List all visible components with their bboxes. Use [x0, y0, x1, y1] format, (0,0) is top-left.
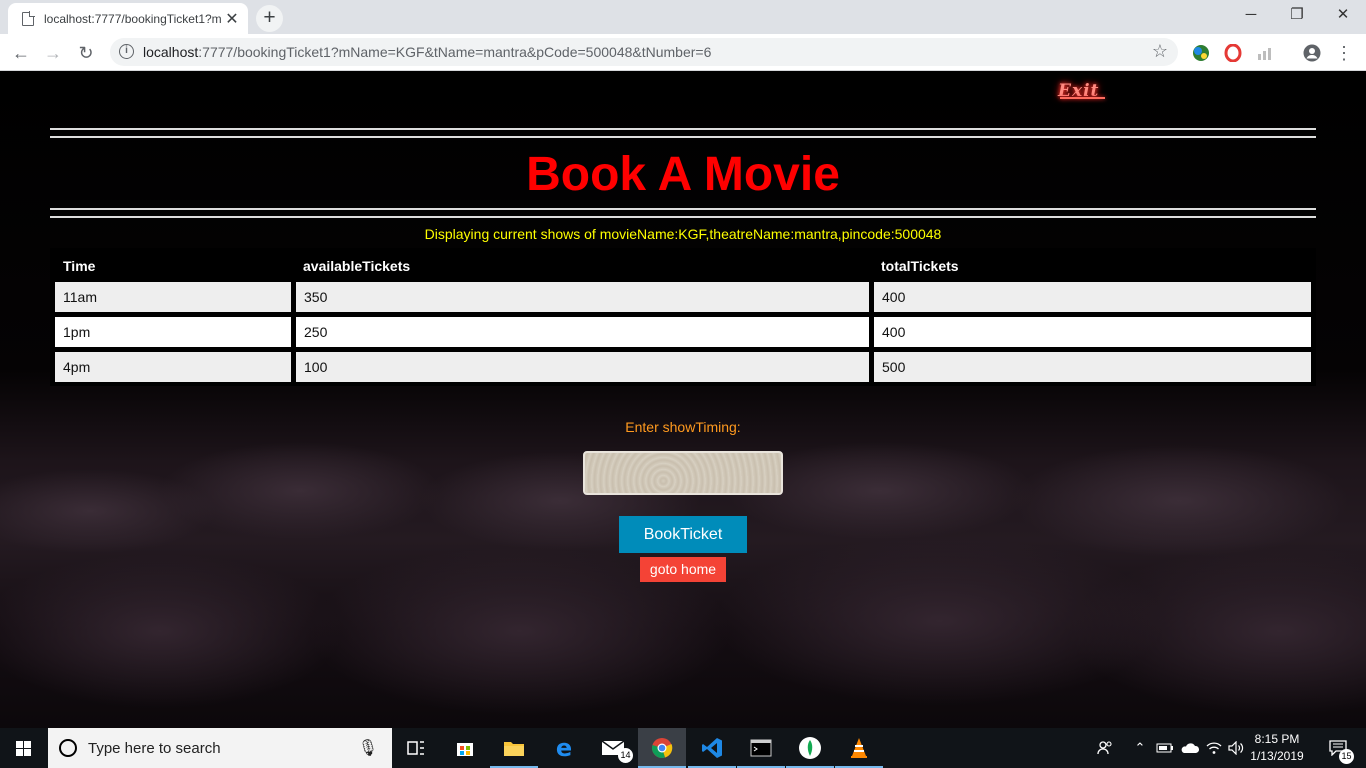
signal-extension-icon[interactable] — [1252, 40, 1278, 66]
forward-arrow-icon[interactable]: → — [40, 40, 66, 66]
mongodb-icon[interactable] — [786, 728, 834, 768]
table-cell-available: 350 — [296, 282, 869, 312]
table-cell-time: 1pm — [55, 317, 291, 347]
page-content: Exit Book A Movie Displaying current sho… — [0, 71, 1366, 728]
minimize-button[interactable]: ─ — [1228, 0, 1274, 30]
url-host: localhost — [143, 44, 199, 60]
volume-icon[interactable] — [1226, 728, 1246, 768]
show-timing-label: Enter showTiming: — [625, 419, 741, 435]
vscode-icon[interactable] — [688, 728, 736, 768]
restore-button[interactable]: ❐ — [1274, 0, 1320, 30]
bookmark-star-icon[interactable]: ☆ — [1152, 41, 1168, 62]
task-view-icon[interactable] — [392, 728, 440, 768]
people-icon[interactable] — [1094, 728, 1116, 768]
system-clock[interactable]: 8:15 PM 1/13/2019 — [1244, 731, 1310, 765]
clock-time: 8:15 PM — [1254, 732, 1300, 746]
browser-toolbar: ← → ↻ i localhost:7777/bookingTicket1?mN… — [0, 34, 1366, 71]
new-tab-button[interactable]: + — [256, 5, 283, 32]
battery-icon[interactable] — [1154, 728, 1176, 768]
table-cell-total: 400 — [874, 317, 1311, 347]
goto-home-button[interactable]: goto home — [640, 557, 726, 582]
windows-logo-icon — [16, 741, 32, 756]
browser-tab[interactable]: localhost:7777/bookingTicket1?m ✕ — [8, 3, 248, 34]
header-available-tickets: availableTickets — [303, 258, 411, 274]
store-icon[interactable] — [441, 728, 489, 768]
exit-sign-logo: Exit — [1058, 81, 1106, 101]
browser-tab-strip: localhost:7777/bookingTicket1?m ✕ + ─ ❐ … — [0, 0, 1366, 34]
vlc-icon[interactable] — [835, 728, 883, 768]
table-cell-time: 4pm — [55, 352, 291, 382]
microphone-icon[interactable]: 🎙 — [358, 738, 378, 758]
shows-caption: Displaying current shows of movieName:KG… — [424, 226, 942, 242]
table-cell-available: 100 — [296, 352, 869, 382]
tab-title: localhost:7777/bookingTicket1?m — [44, 11, 222, 26]
notification-badge: 15 — [1339, 749, 1354, 764]
reload-icon[interactable]: ↻ — [73, 40, 99, 66]
opera-extension-icon[interactable] — [1220, 40, 1246, 66]
start-button[interactable] — [0, 728, 48, 768]
address-bar[interactable]: i localhost:7777/bookingTicket1?mName=KG… — [110, 38, 1178, 66]
action-center-icon[interactable]: 15 — [1318, 728, 1358, 768]
document-icon — [22, 11, 35, 26]
table-cell-available: 250 — [296, 317, 869, 347]
chrome-icon[interactable] — [638, 728, 686, 768]
mail-badge: 14 — [618, 748, 633, 763]
clock-date: 1/13/2019 — [1250, 749, 1304, 763]
top-divider — [50, 128, 1316, 138]
profile-icon[interactable] — [1299, 40, 1325, 66]
mail-icon[interactable]: 14 — [589, 728, 637, 768]
header-total-tickets: totalTickets — [881, 258, 959, 274]
table-cell-total: 400 — [874, 282, 1311, 312]
wifi-icon[interactable] — [1204, 728, 1224, 768]
table-cell-time: 11am — [55, 282, 291, 312]
table-cell-total: 500 — [874, 352, 1311, 382]
header-time: Time — [63, 258, 96, 274]
back-arrow-icon[interactable]: ← — [8, 40, 34, 66]
show-timing-input[interactable] — [583, 451, 783, 495]
edge-icon[interactable]: e — [540, 728, 588, 768]
taskbar-search[interactable]: Type here to search 🎙 — [48, 728, 392, 768]
search-placeholder: Type here to search — [88, 740, 221, 757]
terminal-icon[interactable] — [737, 728, 785, 768]
file-explorer-icon[interactable] — [490, 728, 538, 768]
cortana-icon — [59, 739, 77, 757]
extension-globe-icon[interactable] — [1188, 40, 1214, 66]
menu-kebab-icon[interactable]: ⋮ — [1331, 40, 1357, 66]
site-info-icon[interactable]: i — [119, 44, 134, 59]
book-ticket-button[interactable]: BookTicket — [619, 516, 747, 553]
windows-taskbar: Type here to search 🎙 e 14 ⌃ 8:15 PM 1/1… — [0, 728, 1366, 768]
chevron-up-icon[interactable]: ⌃ — [1130, 728, 1150, 768]
url-path: :7777/bookingTicket1?mName=KGF&tName=man… — [198, 44, 712, 60]
close-window-button[interactable]: ✕ — [1320, 0, 1366, 30]
bottom-divider — [50, 208, 1316, 218]
close-tab-icon[interactable]: ✕ — [224, 9, 240, 29]
shows-table: Time availableTickets totalTickets 11am … — [50, 248, 1316, 386]
onedrive-cloud-icon[interactable] — [1178, 728, 1202, 768]
page-title: Book A Movie — [526, 148, 840, 201]
url-text[interactable]: localhost:7777/bookingTicket1?mName=KGF&… — [143, 44, 711, 60]
